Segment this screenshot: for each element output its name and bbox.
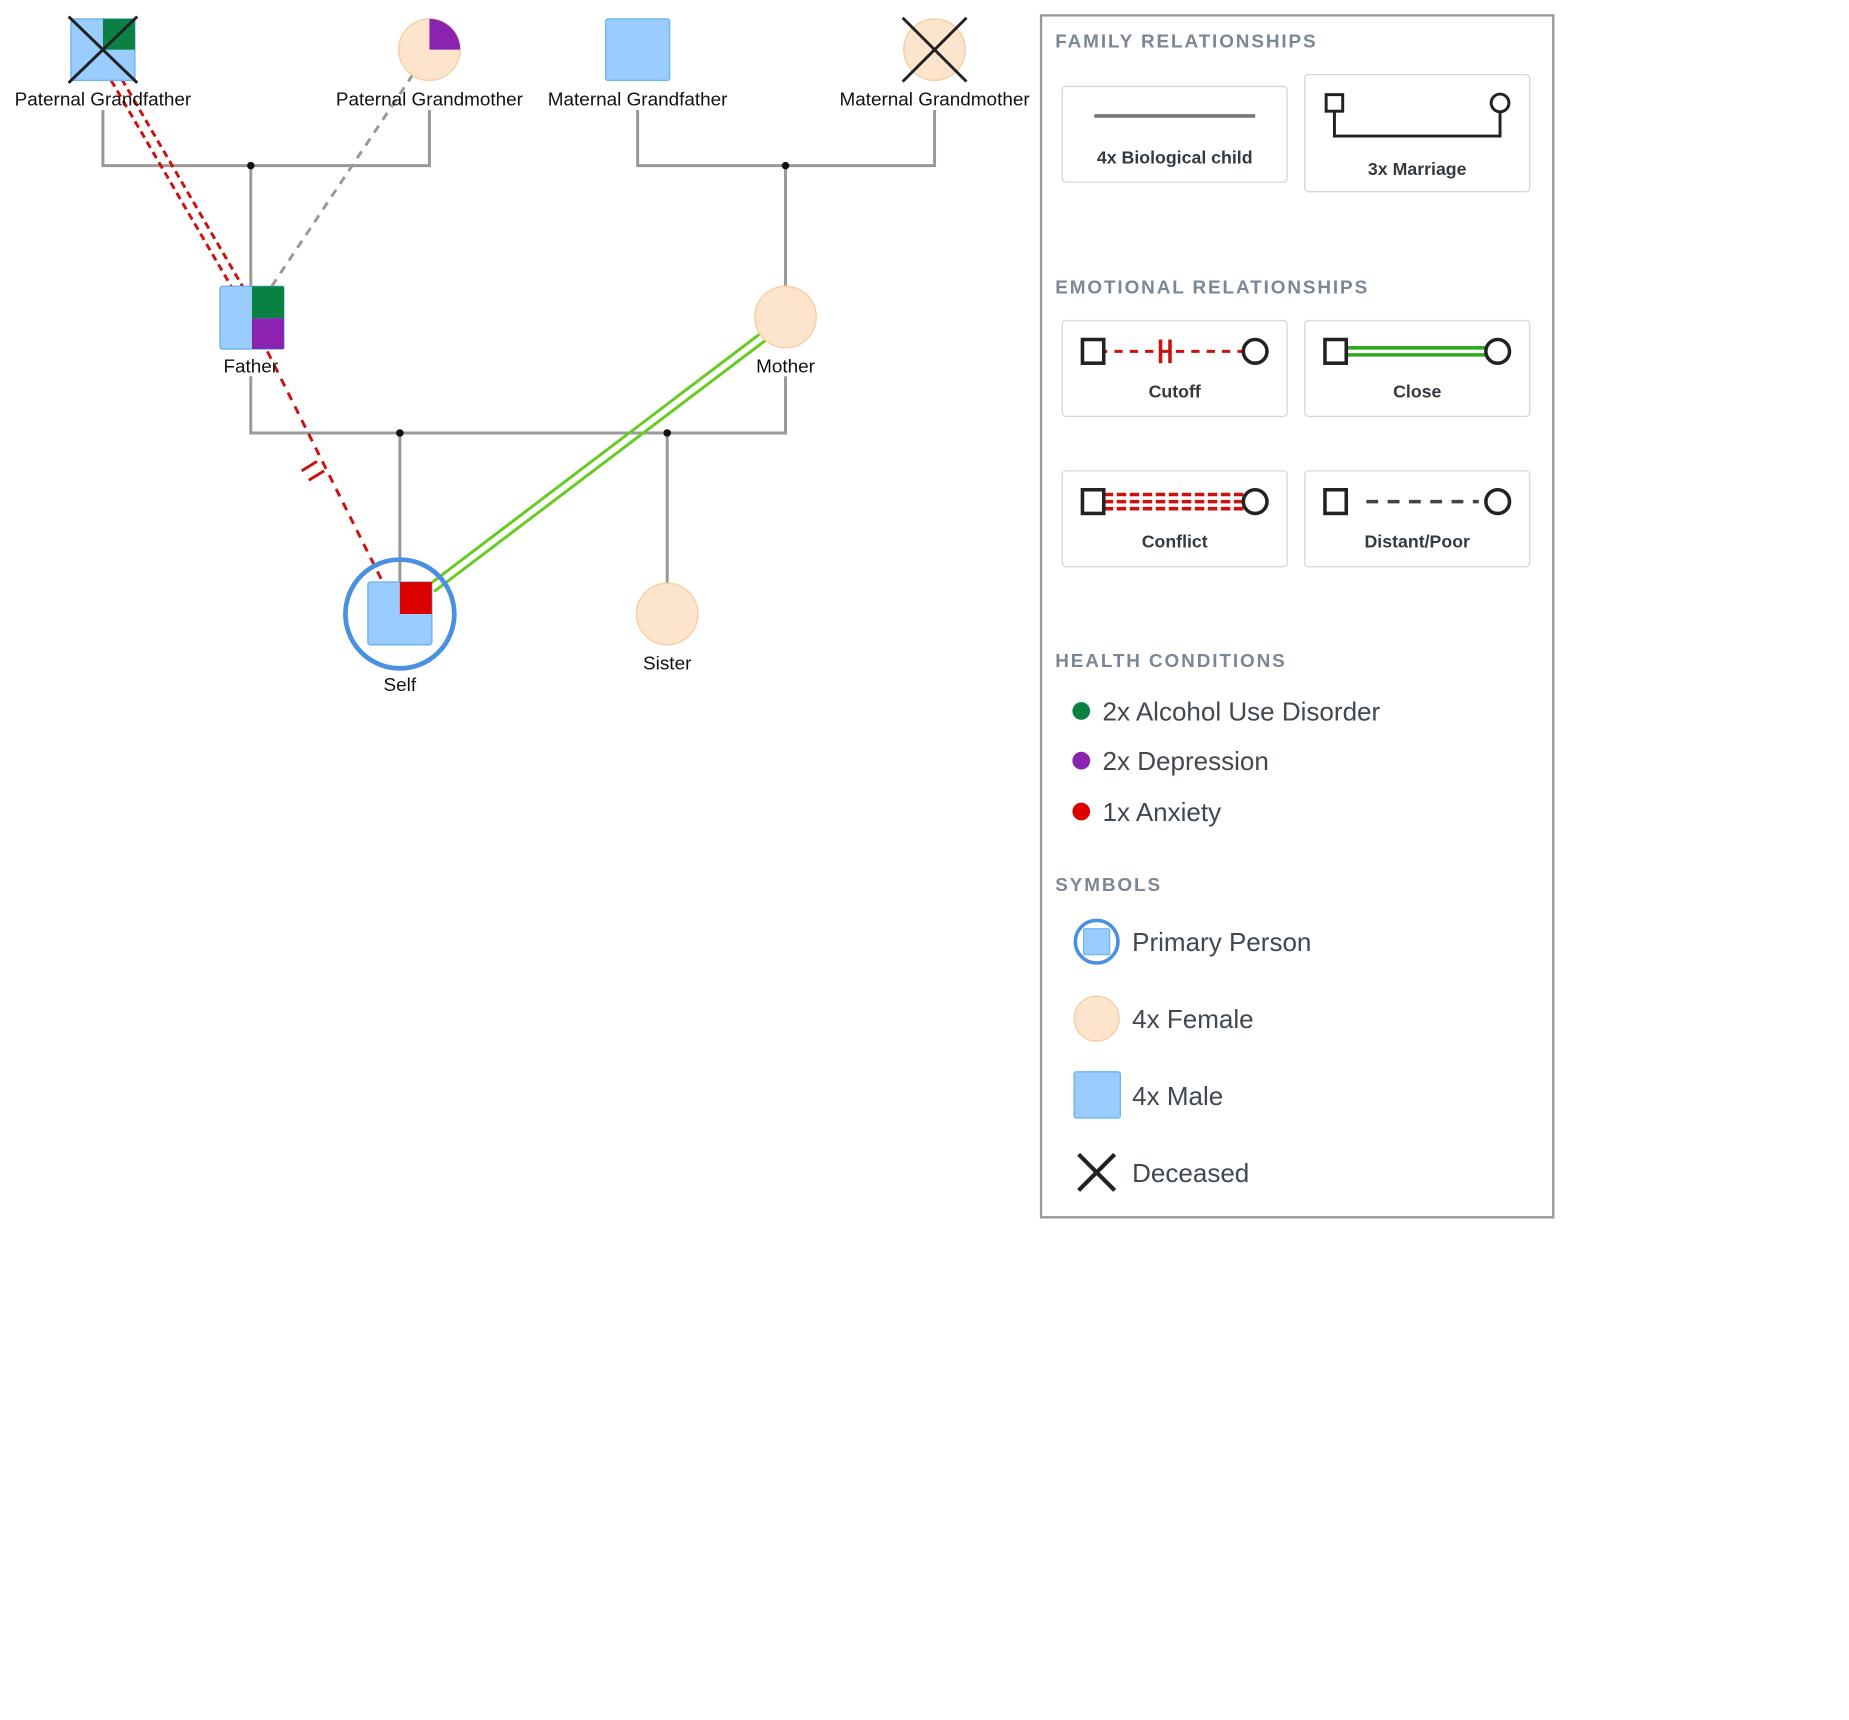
card-label: Cutoff xyxy=(1149,381,1201,401)
legend-item-label: Deceased xyxy=(1132,1158,1249,1188)
person-mother[interactable]: Mother xyxy=(754,285,817,378)
legend-heading-emotional: EMOTIONAL RELATIONSHIPS xyxy=(1055,277,1369,298)
legend-heading-symbols: SYMBOLS xyxy=(1055,875,1162,896)
legend-heading-health: HEALTH CONDITIONS xyxy=(1055,651,1286,672)
close-line-mother-self xyxy=(428,331,768,593)
person-sister[interactable]: Sister xyxy=(635,582,699,675)
card-label: Conflict xyxy=(1142,532,1208,552)
legend-item-label: 2x Depression xyxy=(1103,746,1269,776)
anxiety-dot-icon xyxy=(1072,802,1091,821)
person-paternal-grandfather[interactable]: Paternal Grandfather xyxy=(15,15,192,111)
person-label: Mother xyxy=(756,357,815,378)
legend-item-label: 4x Female xyxy=(1132,1004,1253,1034)
marriage-line-maternal xyxy=(636,110,937,168)
legend-card-close[interactable]: Close xyxy=(1304,319,1531,418)
legend-item-label: 4x Male xyxy=(1132,1081,1223,1111)
legend-card-conflict[interactable]: Conflict xyxy=(1061,470,1288,568)
person-label: Paternal Grandfather xyxy=(15,89,192,110)
conflict-line-grandfather-father xyxy=(109,78,244,289)
legend-item-alcohol[interactable]: 2x Alcohol Use Disorder xyxy=(1072,696,1381,726)
legend-item-primary-person[interactable]: Primary Person xyxy=(1073,918,1311,965)
person-label: Self xyxy=(384,675,417,696)
female-symbol xyxy=(635,582,699,646)
card-label: Distant/Poor xyxy=(1365,532,1471,552)
alcohol-dot-icon xyxy=(1072,702,1091,720)
female-icon xyxy=(1073,995,1120,1042)
legend-card-biological-child[interactable]: 4x Biological child xyxy=(1061,85,1288,183)
legend-item-label: 1x Anxiety xyxy=(1103,797,1222,827)
alcohol-use-marker xyxy=(251,286,284,319)
person-maternal-grandmother[interactable]: Maternal Grandmother xyxy=(839,16,1030,111)
person-paternal-grandmother[interactable]: Paternal Grandmother xyxy=(336,18,523,110)
person-label: Maternal Grandmother xyxy=(839,89,1029,110)
male-icon xyxy=(1073,1071,1122,1119)
person-label: Sister xyxy=(643,654,691,675)
depression-marker xyxy=(251,318,284,349)
legend-item-label: Primary Person xyxy=(1132,927,1311,957)
conflict-line-icon xyxy=(1080,487,1269,516)
primary-person-icon xyxy=(1073,918,1120,965)
legend-card-distant[interactable]: Distant/Poor xyxy=(1304,470,1531,568)
card-label: 3x Marriage xyxy=(1368,159,1467,179)
person-label: Paternal Grandmother xyxy=(336,89,523,110)
depression-marker xyxy=(429,18,461,50)
person-maternal-grandfather[interactable]: Maternal Grandfather xyxy=(548,18,728,110)
legend-item-depression[interactable]: 2x Depression xyxy=(1072,746,1269,776)
legend-card-marriage[interactable]: 3x Marriage xyxy=(1304,73,1531,193)
legend-card-cutoff[interactable]: Cutoff xyxy=(1061,319,1288,418)
anxiety-marker xyxy=(399,582,432,614)
legend-border xyxy=(1039,14,1555,1219)
person-label: Maternal Grandfather xyxy=(548,89,728,110)
cutoff-line-father-self xyxy=(266,350,385,584)
depression-dot-icon xyxy=(1072,751,1091,770)
person-label: Father xyxy=(223,357,278,378)
legend-heading-family: FAMILY RELATIONSHIPS xyxy=(1055,31,1317,52)
male-symbol xyxy=(604,18,671,82)
card-label: 4x Biological child xyxy=(1097,147,1253,167)
legend-panel: FAMILY RELATIONSHIPS 4x Biological child… xyxy=(1039,14,1555,1219)
person-father[interactable]: Father xyxy=(219,285,285,378)
legend-item-label: 2x Alcohol Use Disorder xyxy=(1103,696,1381,726)
female-symbol xyxy=(754,285,817,349)
marriage-line-paternal xyxy=(101,110,431,168)
card-label: Close xyxy=(1393,381,1441,401)
